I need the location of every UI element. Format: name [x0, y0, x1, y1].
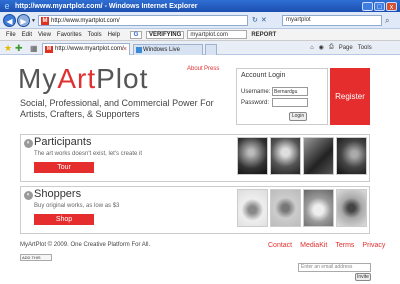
refresh-icon[interactable]: ↻ [252, 16, 258, 24]
maximize-button[interactable]: □ [374, 1, 385, 11]
shop-button[interactable]: Shop [34, 214, 94, 225]
about-link[interactable]: About [187, 66, 203, 72]
artwork-photo[interactable] [336, 189, 367, 227]
participant-photo[interactable] [237, 137, 268, 175]
url-field[interactable]: M http://www.myartplot.com/ [38, 15, 248, 26]
login-title: Account Login [241, 72, 286, 79]
feeds-icon[interactable]: ◉ [319, 44, 324, 51]
participant-photo[interactable] [336, 137, 367, 175]
menu-edit[interactable]: Edit [22, 32, 32, 38]
contact-link[interactable]: Contact [268, 242, 292, 249]
minimize-button[interactable]: _ [362, 1, 373, 11]
participant-photo[interactable] [303, 137, 334, 175]
verifying-badge[interactable]: VERIFYING [145, 30, 185, 39]
menu-help[interactable]: Help [108, 32, 120, 38]
close-tab-icon[interactable]: × [123, 44, 127, 55]
home-icon[interactable]: ⌂ [310, 45, 314, 51]
logo-part-plot: Plot [96, 63, 149, 94]
window-title: http://www.myartplot.com/ - Windows Inte… [15, 2, 198, 10]
participant-photo[interactable] [270, 137, 301, 175]
login-button[interactable]: Login [289, 112, 307, 121]
tab-hotmail[interactable]: Windows Live Hotmail [133, 44, 203, 63]
command-bar: ⌂ ◉ ⎙ Page Tools [310, 44, 372, 51]
participants-title: Participants [34, 136, 92, 148]
close-button[interactable]: x [386, 1, 397, 11]
invite-button[interactable]: Invite [355, 273, 371, 281]
invite-email-input[interactable]: Enter an email address [298, 263, 371, 272]
ie-logo-icon: e [4, 1, 10, 11]
artwork-photo[interactable] [237, 189, 268, 227]
shoppers-section: ◐ Shoppers Buy original works, as low as… [20, 186, 370, 234]
favorites-star-icon[interactable]: ★ [4, 43, 12, 54]
mediakit-link[interactable]: MediaKit [300, 242, 327, 249]
login-box: Account Login Username: Bernardgu Passwo… [236, 68, 328, 125]
artwork-photo[interactable] [303, 189, 334, 227]
artwork-photo[interactable] [270, 189, 301, 227]
participants-icon: ◐ [24, 139, 33, 148]
menu-bar: File Edit View Favorites Tools Help G VE… [0, 29, 400, 41]
report-button[interactable]: REPORT [251, 32, 276, 38]
back-arrow-icon[interactable]: ◀ [3, 14, 16, 27]
terms-link[interactable]: Terms [335, 242, 354, 249]
footer-links: Contact MediaKit Terms Privacy [268, 242, 385, 249]
menu-tools[interactable]: Tools [88, 32, 102, 38]
site-favicon-icon: M [41, 16, 49, 25]
participants-photos [237, 137, 367, 175]
shoppers-photos [237, 189, 367, 227]
menu-file[interactable]: File [6, 32, 16, 38]
history-dropdown-icon[interactable]: ▼ [31, 18, 36, 24]
participants-desc: The art works doesn't exist, let's creat… [34, 151, 142, 157]
print-icon[interactable]: ⎙ [329, 44, 334, 51]
tagline: Social, Professional, and Commercial Pow… [20, 98, 214, 119]
press-link[interactable]: Press [204, 66, 219, 72]
tab-myartplot[interactable]: M http://www.myartplot.com/ × [42, 43, 130, 55]
quick-tabs-icon[interactable]: ▦ [30, 44, 38, 53]
tools-menu[interactable]: Tools [358, 45, 372, 51]
address-bar: ◀ ▶ ▼ M http://www.myartplot.com/ ↻ ✕ my… [0, 12, 400, 29]
address-actions: ↻ ✕ [252, 16, 267, 24]
tab-favicon-icon: M [45, 46, 53, 53]
search-icon[interactable]: ⌕ [385, 16, 389, 26]
password-label: Password: [241, 100, 270, 106]
page-menu[interactable]: Page [339, 45, 353, 51]
url-text: http://www.myartplot.com/ [51, 17, 120, 24]
username-label: Username: [241, 89, 271, 95]
hotmail-icon [136, 47, 142, 53]
page-content: MyArtPlot About Press Social, Profession… [0, 56, 400, 284]
username-field[interactable]: Bernardgu [272, 87, 308, 96]
register-button[interactable]: Register [330, 68, 370, 125]
privacy-link[interactable]: Privacy [362, 242, 385, 249]
stop-icon[interactable]: ✕ [261, 16, 267, 24]
shoppers-title: Shoppers [34, 188, 82, 200]
verify-field[interactable]: myartplot.com [187, 30, 248, 39]
site-logo[interactable]: MyArtPlot [18, 64, 148, 94]
add-favorite-icon[interactable]: ✚ [15, 43, 23, 54]
menu-view[interactable]: View [38, 32, 51, 38]
participants-section: ◐ Participants The art works doesn't exi… [20, 134, 370, 182]
window-titlebar: e http://www.myartplot.com/ - Windows In… [0, 0, 400, 12]
logo-part-art: Art [57, 63, 97, 94]
tab-label: http://www.myartplot.com/ [55, 46, 124, 52]
new-tab-button[interactable] [205, 44, 217, 55]
forward-arrow-icon[interactable]: ▶ [17, 14, 30, 27]
menu-favorites[interactable]: Favorites [57, 32, 82, 38]
tour-button[interactable]: Tour [34, 162, 94, 173]
shoppers-desc: Buy original works, as low as $3 [34, 203, 120, 209]
password-field[interactable] [272, 98, 308, 107]
copyright: MyArtPlot © 2009. One Creative Platform … [20, 242, 151, 248]
live-search-input[interactable]: myartplot [282, 15, 382, 26]
google-toolbar-icon[interactable]: G [129, 30, 142, 39]
tab-bar: ★ ✚ ▦ M http://www.myartplot.com/ × Wind… [0, 41, 400, 63]
shoppers-icon: ◐ [24, 191, 33, 200]
logo-part-my: My [18, 63, 58, 94]
addthis-button[interactable]: ADD THIS [20, 254, 52, 261]
